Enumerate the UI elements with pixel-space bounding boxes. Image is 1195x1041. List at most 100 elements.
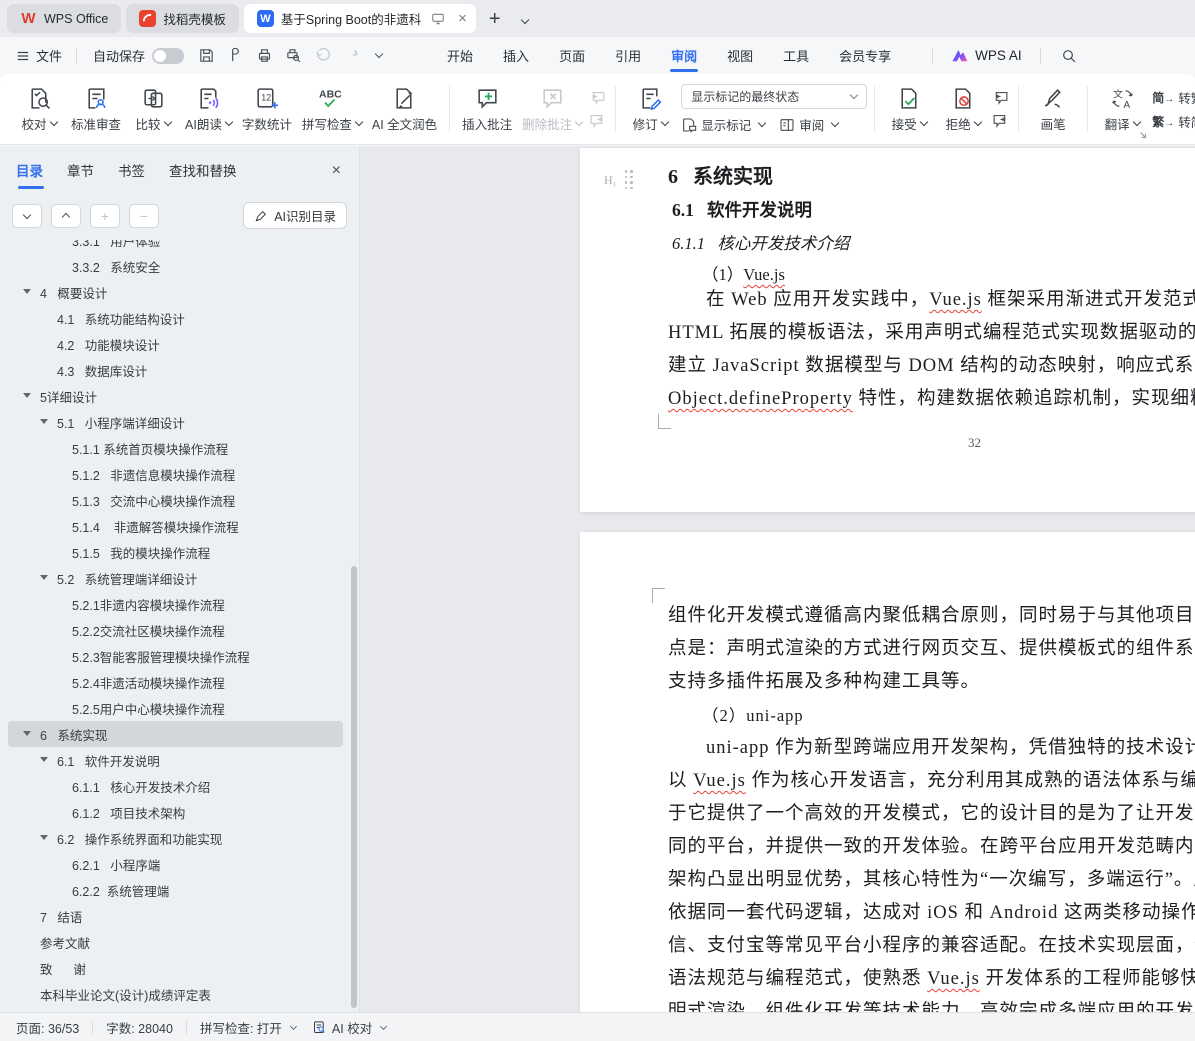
- collapse-arrow-icon[interactable]: [40, 419, 48, 424]
- menu-view[interactable]: 视图: [712, 37, 768, 74]
- toc-item[interactable]: 6 系统实现: [8, 721, 343, 747]
- search-icon[interactable]: [1051, 48, 1087, 64]
- ai-polish-button[interactable]: AI 全文润色: [367, 78, 442, 140]
- toc-item[interactable]: 5.2.5用户中心模块操作流程: [8, 695, 343, 721]
- previous-comment-button[interactable]: [589, 90, 606, 105]
- review-pane-button[interactable]: 审阅: [779, 115, 840, 134]
- collapse-arrow-icon[interactable]: [40, 575, 48, 580]
- toc-item[interactable]: 6.2.2 系统管理端: [8, 877, 343, 903]
- toc-item[interactable]: 6.1 软件开发说明: [8, 747, 343, 773]
- toc-item[interactable]: 5.1.4 非遗解答模块操作流程: [8, 513, 343, 539]
- toc-item[interactable]: 致 谢: [8, 955, 343, 981]
- collapse-toc-button[interactable]: [51, 203, 81, 228]
- toc-item[interactable]: 4.2 功能模块设计: [8, 331, 343, 357]
- close-sidebar-icon[interactable]: ×: [332, 162, 341, 188]
- collapse-arrow-icon[interactable]: [23, 731, 31, 736]
- zoom-out-toc-button[interactable]: −: [129, 203, 159, 228]
- ai-proofread-status[interactable]: AI 校对: [312, 1018, 388, 1037]
- traditional-to-simplified-button[interactable]: 繁→ 转简: [1152, 112, 1195, 131]
- dialog-launcher-icon[interactable]: [1138, 130, 1148, 140]
- export-pdf-icon[interactable]: [227, 47, 244, 64]
- menu-insert[interactable]: 插入: [488, 37, 544, 74]
- redo-icon[interactable]: [343, 47, 360, 64]
- show-markup-button[interactable]: 显示标记: [681, 115, 767, 134]
- collapse-arrow-icon[interactable]: [23, 393, 31, 398]
- toc-item[interactable]: 5.2 系统管理端详细设计: [8, 565, 343, 591]
- proofread-button[interactable]: 校对: [12, 78, 66, 140]
- toc-item[interactable]: 5.1 小程序端详细设计: [8, 409, 343, 435]
- menu-page[interactable]: 页面: [544, 37, 600, 74]
- toc-item[interactable]: 6.2.1 小程序端: [8, 851, 343, 877]
- toc-item[interactable]: 6.1.1 核心开发技术介绍: [8, 773, 343, 799]
- tab-current-document[interactable]: W 基于Spring Boot的非遗科普 ×: [243, 4, 476, 33]
- toc-item[interactable]: 6.2 操作系统界面和功能实现: [8, 825, 343, 851]
- spellcheck-status[interactable]: 拼写检查: 打开: [200, 1018, 297, 1037]
- next-comment-button[interactable]: [589, 113, 606, 128]
- spell-check-button[interactable]: ABC 拼写检查: [297, 78, 367, 140]
- sidebar-tab-contents[interactable]: 目录: [16, 160, 44, 189]
- toc-item[interactable]: 5.2.2交流社区模块操作流程: [8, 617, 343, 643]
- toc-item[interactable]: 5.1.5 我的模块操作流程: [8, 539, 343, 565]
- sidebar-tab-chapters[interactable]: 章节: [67, 160, 94, 189]
- toc-item[interactable]: 7 结语: [8, 903, 343, 929]
- collapse-arrow-icon[interactable]: [40, 757, 48, 762]
- quick-access-dropdown-icon[interactable]: [374, 49, 384, 59]
- track-changes-button[interactable]: 修订: [623, 78, 677, 140]
- tab-docer-templates[interactable]: 找稻壳模板: [126, 4, 239, 33]
- undo-icon[interactable]: [314, 47, 331, 64]
- toc-item[interactable]: 3.3.1 用户体验: [8, 240, 343, 253]
- sidebar-tab-bookmarks[interactable]: 书签: [118, 160, 145, 189]
- sidebar-tab-find-replace[interactable]: 查找和替换: [169, 160, 237, 189]
- heading-drag-handle[interactable]: H₁: [604, 170, 634, 191]
- document-page-32[interactable]: H₁ 6 系统实现 6.1 软件开发说明 6.1.1 核心开发技术介绍 （1）V…: [580, 148, 1195, 512]
- toc-item[interactable]: 5.2.1非遗内容模块操作流程: [8, 591, 343, 617]
- markup-state-dropdown[interactable]: 显示标记的最终状态: [681, 84, 868, 109]
- toc-item[interactable]: 5.2.3智能客服管理模块操作流程: [8, 643, 343, 669]
- word-count-button[interactable]: 12 字数统计: [237, 78, 297, 140]
- zoom-in-toc-button[interactable]: +: [90, 203, 120, 228]
- next-change-button[interactable]: [992, 113, 1009, 128]
- simplified-to-traditional-button[interactable]: 简→ 转繁: [1152, 88, 1195, 107]
- toc-item[interactable]: 5详细设计: [8, 383, 343, 409]
- standard-review-button[interactable]: 标准审查: [66, 78, 126, 140]
- reject-change-button[interactable]: 拒绝: [936, 78, 990, 140]
- accept-change-button[interactable]: 接受: [882, 78, 936, 140]
- ai-read-aloud-button[interactable]: AI朗读: [180, 78, 237, 140]
- close-tab-icon[interactable]: ×: [455, 10, 470, 27]
- brush-button[interactable]: 画笔: [1026, 78, 1080, 140]
- toc-item[interactable]: 6.1.2 项目技术架构: [8, 799, 343, 825]
- toc-item[interactable]: 4 概要设计: [8, 279, 343, 305]
- previous-change-button[interactable]: [992, 90, 1009, 105]
- save-icon[interactable]: [198, 47, 215, 64]
- word-count-indicator[interactable]: 字数: 28040: [106, 1018, 173, 1037]
- collapse-arrow-icon[interactable]: [23, 289, 31, 294]
- toc-item[interactable]: 4.3 数据库设计: [8, 357, 343, 383]
- print-icon[interactable]: [256, 47, 273, 64]
- insert-comment-button[interactable]: 插入批注: [457, 78, 517, 140]
- autosave-toggle[interactable]: [152, 47, 185, 64]
- document-canvas[interactable]: H₁ 6 系统实现 6.1 软件开发说明 6.1.1 核心开发技术介绍 （1）V…: [360, 146, 1195, 1012]
- toc-item[interactable]: 5.1.1 系统首页模块操作流程: [8, 435, 343, 461]
- menu-reference[interactable]: 引用: [600, 37, 656, 74]
- collapse-arrow-icon[interactable]: [40, 835, 48, 840]
- toc-item[interactable]: 3.3.2 系统安全: [8, 253, 343, 279]
- toc-item[interactable]: 参考文献: [8, 929, 343, 955]
- toc-item[interactable]: 5.1.3 交流中心模块操作流程: [8, 487, 343, 513]
- wps-ai-button[interactable]: WPS AI: [943, 48, 1030, 64]
- file-menu[interactable]: 文件: [12, 46, 66, 65]
- document-page-33[interactable]: 组件化开发模式遵循高内聚低耦合原则，同时易于与其他项目和库结合。V 点是：声明式渲…: [580, 532, 1195, 1012]
- delete-comment-button[interactable]: 删除批注: [517, 78, 587, 140]
- page-indicator[interactable]: 页面: 36/53: [16, 1018, 79, 1037]
- tab-wps-home[interactable]: W WPS Office: [7, 4, 122, 33]
- toc-item[interactable]: 4.1 系统功能结构设计: [8, 305, 343, 331]
- toc-item[interactable]: 本科毕业论文(设计)成绩评定表: [8, 981, 343, 1007]
- print-preview-icon[interactable]: [285, 47, 302, 64]
- menu-home[interactable]: 开始: [432, 37, 488, 74]
- toc-item[interactable]: 5.1.2 非遗信息模块操作流程: [8, 461, 343, 487]
- expand-toc-button[interactable]: [12, 203, 42, 228]
- sidebar-scrollbar[interactable]: [351, 566, 357, 1008]
- ai-recognize-toc-button[interactable]: AI识别目录: [243, 202, 347, 229]
- toc-item[interactable]: 5.2.4非遗活动模块操作流程: [8, 669, 343, 695]
- menu-member[interactable]: 会员专享: [824, 37, 906, 74]
- menu-tools[interactable]: 工具: [768, 37, 824, 74]
